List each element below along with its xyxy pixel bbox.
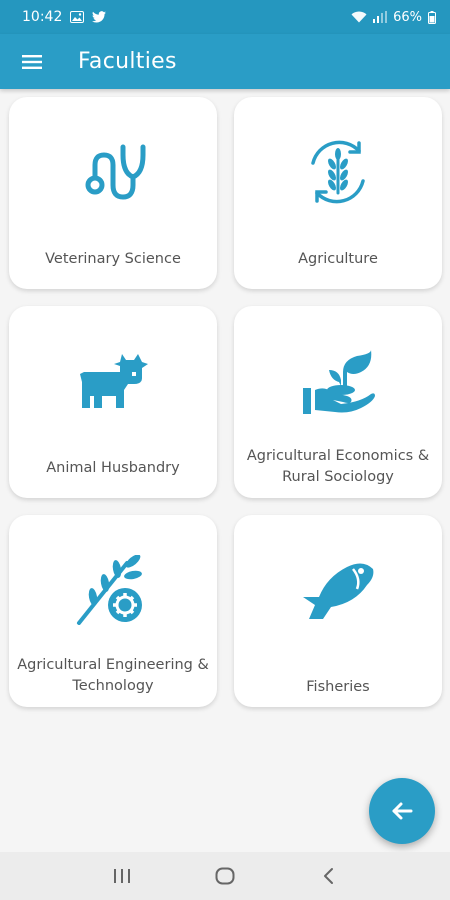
- gallery-icon: [70, 11, 85, 23]
- faculty-card-agricultural-economics[interactable]: Agricultural Economics & Rural Sociology: [234, 306, 442, 498]
- page-title: Faculties: [78, 49, 177, 74]
- wifi-icon: [351, 11, 367, 23]
- back-button[interactable]: [308, 856, 348, 896]
- stethoscope-icon: [75, 137, 151, 207]
- wheat-gear-icon: [75, 555, 151, 625]
- home-button[interactable]: [205, 856, 245, 896]
- faculty-card-agricultural-engineering[interactable]: Agricultural Engineering & Technology: [9, 515, 217, 707]
- arrow-left-icon: [392, 802, 413, 820]
- faculty-card-agriculture[interactable]: Agriculture: [234, 97, 442, 289]
- status-bar: 10:42 66%: [0, 0, 450, 34]
- hamburger-icon: [22, 54, 42, 69]
- hand-plant-icon: [300, 346, 376, 416]
- faculty-label: Agricultural Economics & Rural Sociology: [246, 448, 430, 485]
- wheat-cycle-icon: [300, 137, 376, 207]
- faculty-label: Agricultural Engineering & Technology: [17, 657, 209, 694]
- app-bar: Faculties: [0, 34, 450, 89]
- twitter-icon: [92, 11, 107, 23]
- home-icon: [215, 867, 235, 885]
- faculty-label: Agriculture: [298, 251, 378, 267]
- back-fab-button[interactable]: [369, 778, 435, 844]
- recent-apps-icon: [113, 869, 130, 883]
- faculty-card-veterinary-science[interactable]: Veterinary Science: [9, 97, 217, 289]
- faculty-label: Animal Husbandry: [46, 460, 180, 476]
- battery-icon: [428, 10, 436, 24]
- cow-icon: [75, 346, 151, 416]
- signal-icon: [373, 11, 388, 23]
- status-time: 10:42: [22, 9, 63, 25]
- chevron-left-icon: [324, 868, 334, 884]
- faculty-card-fisheries[interactable]: Fisheries: [234, 515, 442, 707]
- system-nav-bar: [0, 852, 450, 900]
- battery-percent: 66%: [393, 9, 422, 25]
- menu-button[interactable]: [0, 34, 64, 89]
- faculty-label: Veterinary Science: [45, 251, 181, 267]
- fish-icon: [300, 555, 376, 625]
- recent-apps-button[interactable]: [102, 856, 142, 896]
- faculty-label: Fisheries: [306, 679, 370, 695]
- faculty-grid: Veterinary Science Agriculture Animal Hu…: [9, 97, 443, 707]
- faculty-card-animal-husbandry[interactable]: Animal Husbandry: [9, 306, 217, 498]
